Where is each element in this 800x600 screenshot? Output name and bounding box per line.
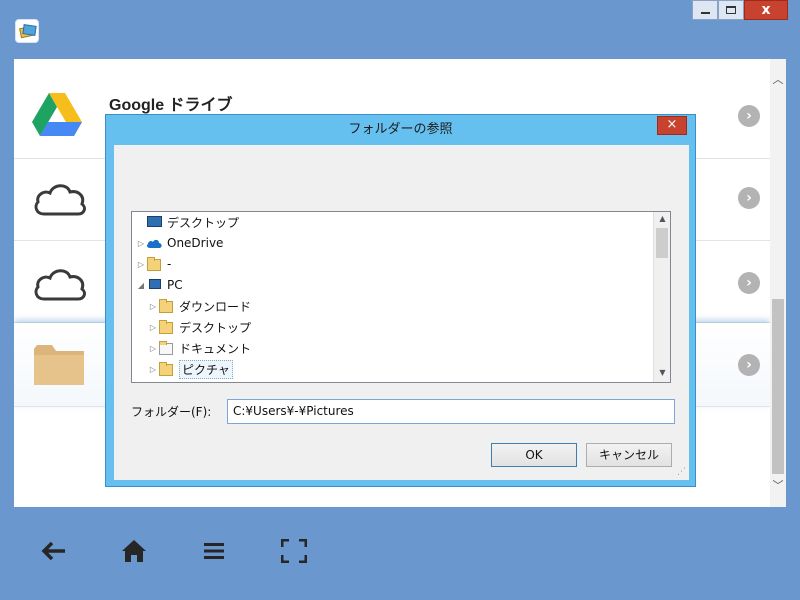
expand-arrow-icon[interactable]: ▷ <box>136 260 146 269</box>
tree-item-label: - <box>167 257 172 271</box>
menu-button[interactable] <box>196 533 232 569</box>
chevron-right-icon[interactable]: › <box>738 354 760 376</box>
user-folder-icon <box>146 256 163 272</box>
folder-icon <box>34 345 84 385</box>
cancel-button[interactable]: キャンセル <box>586 443 672 467</box>
maximize-button[interactable] <box>718 0 744 20</box>
folder-tree[interactable]: デスクトップ ▷ OneDrive ▷ - ◢ PC ▷ ダウンロード ▷ デス… <box>131 211 671 383</box>
tree-item-downloads[interactable]: ▷ ダウンロード <box>148 296 251 316</box>
back-button[interactable] <box>36 533 72 569</box>
window-controls: x <box>692 0 788 20</box>
expand-arrow-icon[interactable]: ▷ <box>148 344 158 353</box>
scroll-up-icon[interactable]: ︿ <box>770 71 786 87</box>
scroll-down-icon[interactable]: ▼ <box>654 368 670 377</box>
expand-arrow-icon[interactable]: ▷ <box>148 323 158 332</box>
list-item-label: Google ドライブ <box>109 97 233 114</box>
tree-item-desktop-folder[interactable]: ▷ デスクトップ <box>148 317 251 337</box>
tree-item-label: ダウンロード <box>179 299 252 314</box>
tree-item-label: デスクトップ <box>179 320 252 335</box>
minimize-button[interactable] <box>692 0 718 20</box>
dialog-body: デスクトップ ▷ OneDrive ▷ - ◢ PC ▷ ダウンロード ▷ デス… <box>114 145 689 480</box>
desktop-folder-icon <box>158 319 175 335</box>
tree-item-label: OneDrive <box>167 236 224 250</box>
scrollbar-thumb[interactable] <box>772 299 784 474</box>
tree-scrollbar[interactable]: ▲ ▼ <box>653 212 670 382</box>
download-folder-icon <box>158 298 175 314</box>
chevron-right-icon[interactable]: › <box>738 272 760 294</box>
tree-item-documents[interactable]: ▷ ドキュメント <box>148 338 251 358</box>
list-scrollbar[interactable]: ︿ ﹀ <box>770 59 786 507</box>
scrollbar-thumb[interactable] <box>656 228 668 258</box>
chevron-right-icon[interactable]: › <box>738 187 760 209</box>
tree-item-pc[interactable]: ◢ PC <box>136 275 183 295</box>
tree-item-label: デスクトップ <box>167 215 240 230</box>
fullscreen-button[interactable] <box>276 533 312 569</box>
folder-field-label: フォルダー(F): <box>131 405 212 419</box>
google-drive-icon <box>32 93 82 136</box>
tree-item-onedrive[interactable]: ▷ OneDrive <box>136 233 224 253</box>
pc-icon <box>146 278 163 293</box>
expand-arrow-icon[interactable]: ▷ <box>148 365 158 374</box>
tree-item-pictures[interactable]: ▷ ピクチャ <box>148 359 233 379</box>
chevron-right-icon[interactable]: › <box>738 105 760 127</box>
tree-item-label: PC <box>167 278 183 292</box>
home-icon <box>122 540 146 562</box>
folder-path-input[interactable]: C:¥Users¥-¥Pictures <box>227 399 675 424</box>
collapse-arrow-icon[interactable]: ◢ <box>136 281 146 290</box>
expand-arrow-icon[interactable]: ▷ <box>148 302 158 311</box>
fullscreen-icon <box>281 539 307 563</box>
expand-arrow-icon[interactable]: ▷ <box>136 239 146 248</box>
pictures-folder-icon <box>158 361 175 377</box>
dialog-close-button[interactable]: × <box>657 116 687 135</box>
cloud-icon <box>34 269 87 301</box>
dialog-title: フォルダーの参照 <box>348 122 453 137</box>
menu-icon <box>204 543 224 559</box>
documents-folder-icon <box>158 340 175 356</box>
onedrive-icon <box>146 236 163 251</box>
tree-item-user[interactable]: ▷ - <box>136 254 171 274</box>
tree-item-label: ドキュメント <box>179 341 252 356</box>
home-button[interactable] <box>116 533 152 569</box>
app-icon <box>15 19 39 43</box>
scroll-down-icon[interactable]: ﹀ <box>770 477 786 493</box>
ok-button[interactable]: OK <box>491 443 577 467</box>
cloud-icon <box>34 184 87 216</box>
resize-grip-icon[interactable]: ⋰ <box>677 467 686 477</box>
tree-item-desktop[interactable]: デスクトップ <box>136 212 239 232</box>
desktop-icon <box>146 215 163 230</box>
browse-folder-dialog: フォルダーの参照 × デスクトップ ▷ OneDrive ▷ - ◢ PC ▷ … <box>105 114 696 487</box>
back-arrow-icon <box>41 541 65 561</box>
scroll-up-icon[interactable]: ▲ <box>654 214 670 223</box>
tree-item-label: ピクチャ <box>179 359 233 379</box>
close-button[interactable]: x <box>744 0 788 20</box>
